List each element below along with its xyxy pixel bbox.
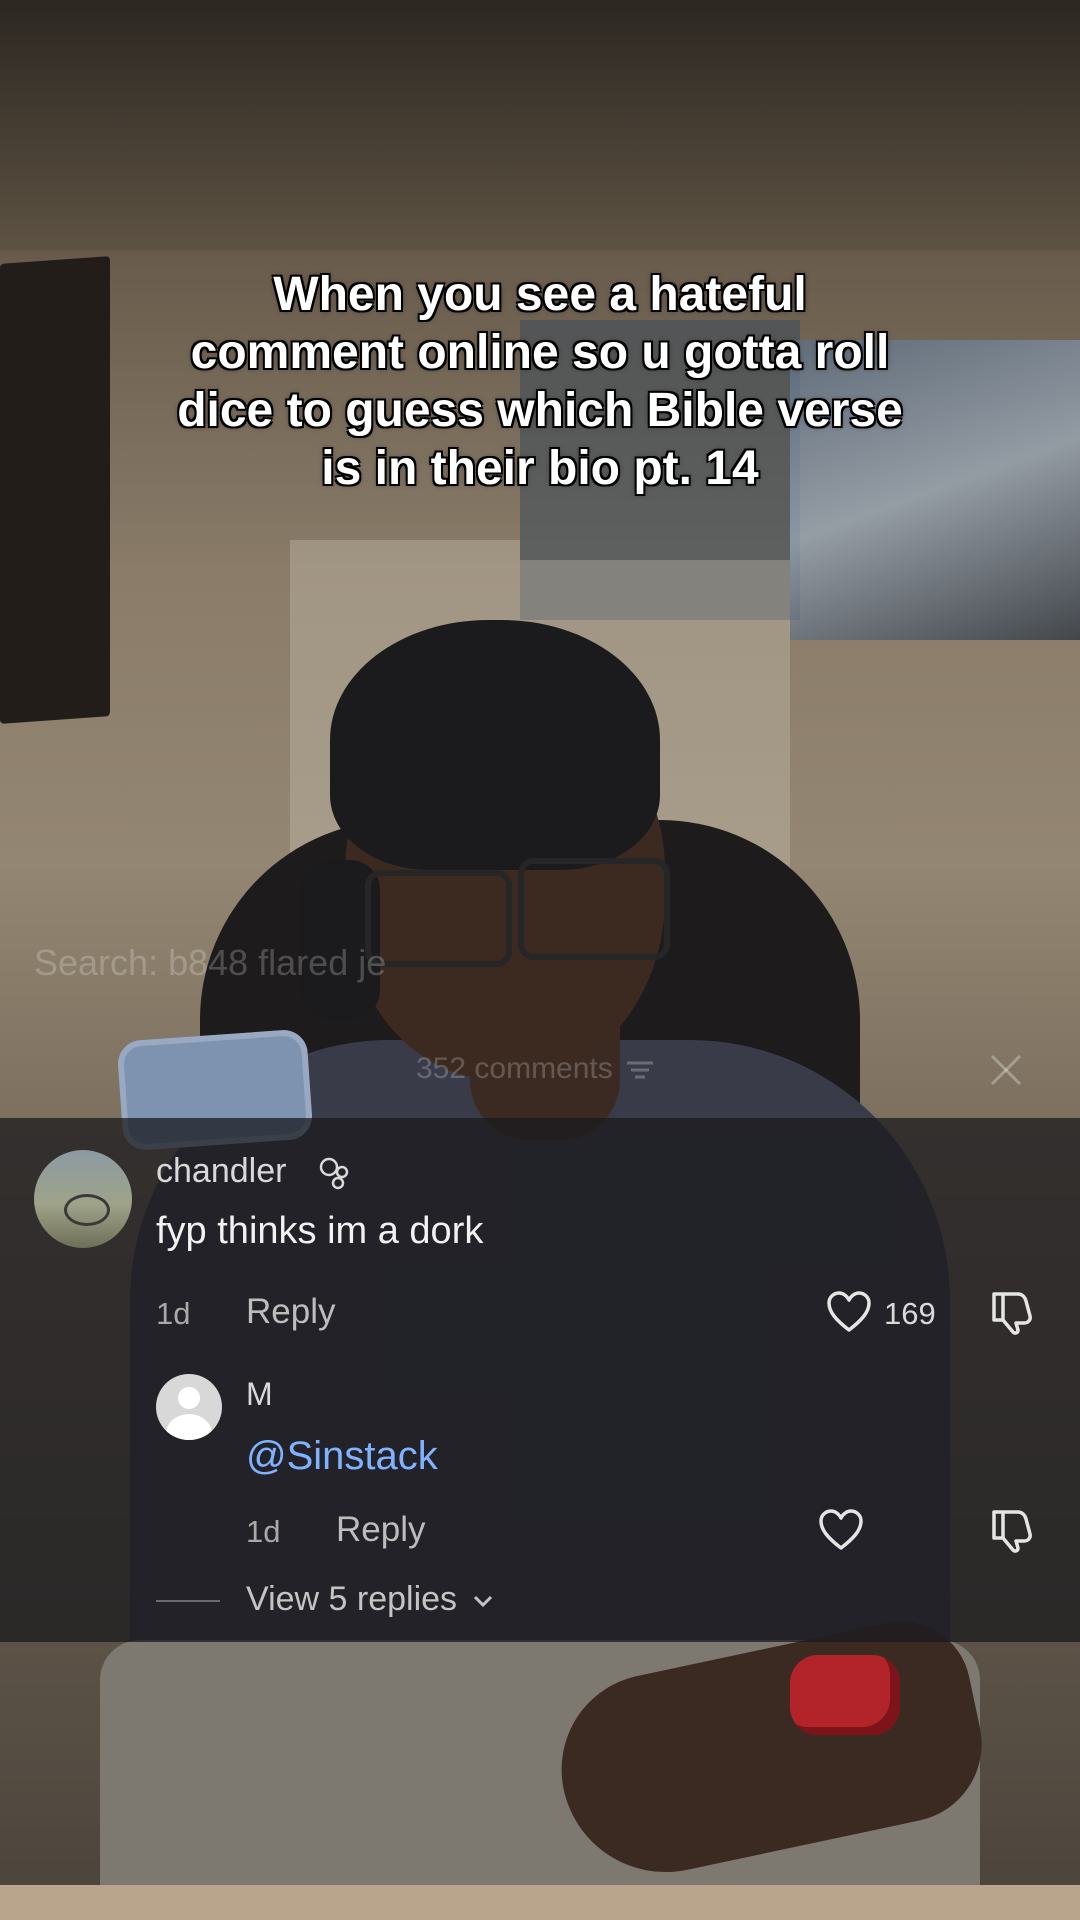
comments-count-label: 352 comments (416, 1052, 613, 1085)
caption-line: comment online so u gotta roll (190, 326, 890, 379)
view-replies-label: View 5 replies (246, 1580, 458, 1618)
comment-time: 1d (156, 1296, 191, 1331)
desk-edge (0, 1885, 1080, 1920)
comment-username[interactable]: M (246, 1376, 273, 1413)
avatar[interactable] (156, 1374, 222, 1440)
comment-time: 1d (246, 1514, 281, 1549)
red-dice (790, 1655, 900, 1735)
avatar[interactable] (34, 1150, 132, 1248)
glasses-lens-right (518, 858, 670, 960)
caption-line: dice to guess which Bible verse (177, 384, 903, 437)
comments-count: 352 comments (416, 1052, 655, 1086)
sort-icon[interactable] (625, 1059, 655, 1081)
divider (156, 1600, 220, 1602)
durag (330, 620, 660, 870)
heart-outline-icon[interactable] (826, 1290, 872, 1334)
comment-panel (0, 1118, 1080, 1642)
view-replies-button[interactable]: View 5 replies (246, 1580, 495, 1619)
thumbs-down-icon[interactable] (988, 1288, 1036, 1336)
badge-icon (319, 1157, 349, 1190)
comment-mention[interactable]: @Sinstack (246, 1434, 438, 1479)
thumbs-down-icon[interactable] (988, 1506, 1036, 1554)
avatar-head (178, 1387, 200, 1409)
like-count: 169 (884, 1296, 936, 1331)
comment-text: fyp thinks im a dork (156, 1210, 484, 1252)
reply-button[interactable]: Reply (336, 1510, 425, 1550)
reply-button[interactable]: Reply (246, 1292, 335, 1332)
caption-line: is in their bio pt. 14 (321, 442, 759, 495)
caption-line: When you see a hateful (273, 268, 807, 321)
heart-outline-icon[interactable] (818, 1508, 864, 1552)
search-overlay-text: Search: b848 flared je (34, 942, 387, 983)
video-caption: When you see a hateful comment online so… (40, 266, 1040, 498)
comment-username[interactable]: chandler (156, 1152, 286, 1191)
glasses-lens-left (365, 870, 512, 967)
ceiling (0, 0, 1080, 250)
chevron-down-icon (473, 1595, 492, 1608)
bike-icon (64, 1194, 110, 1226)
avatar-body (166, 1414, 212, 1440)
close-icon[interactable] (986, 1050, 1026, 1090)
